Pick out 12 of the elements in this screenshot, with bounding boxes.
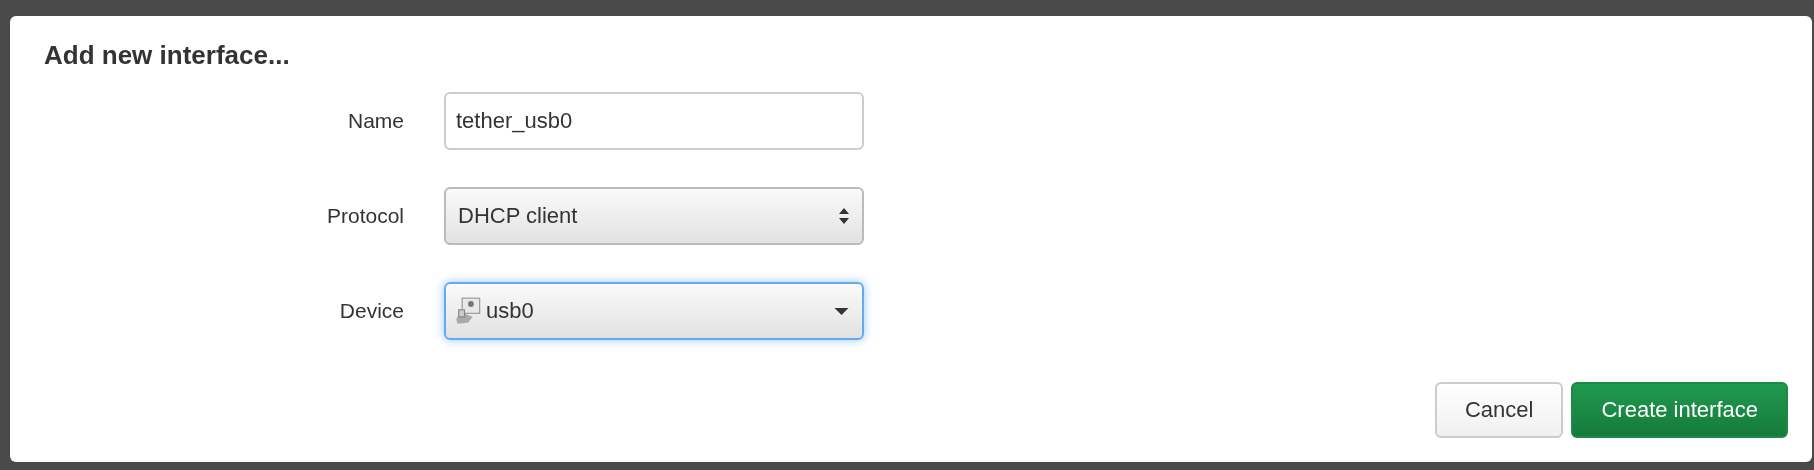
create-interface-button[interactable]: Create interface [1571,382,1788,438]
field-label: Device [338,299,405,323]
field-label: Protocol [325,204,405,228]
cancel-button[interactable]: Cancel [1435,382,1564,438]
name-field[interactable]: tether_usb0 [444,92,864,150]
device-dropdown[interactable]: usb0 [444,282,864,340]
network-device-icon [454,297,482,325]
dialog-title: Add new interface... [44,40,291,72]
caret-icon [833,306,850,316]
protocol-dropdown[interactable]: DHCP client [444,187,864,245]
field-label: Name [346,109,405,133]
up-down-arrows-icon [838,206,850,226]
